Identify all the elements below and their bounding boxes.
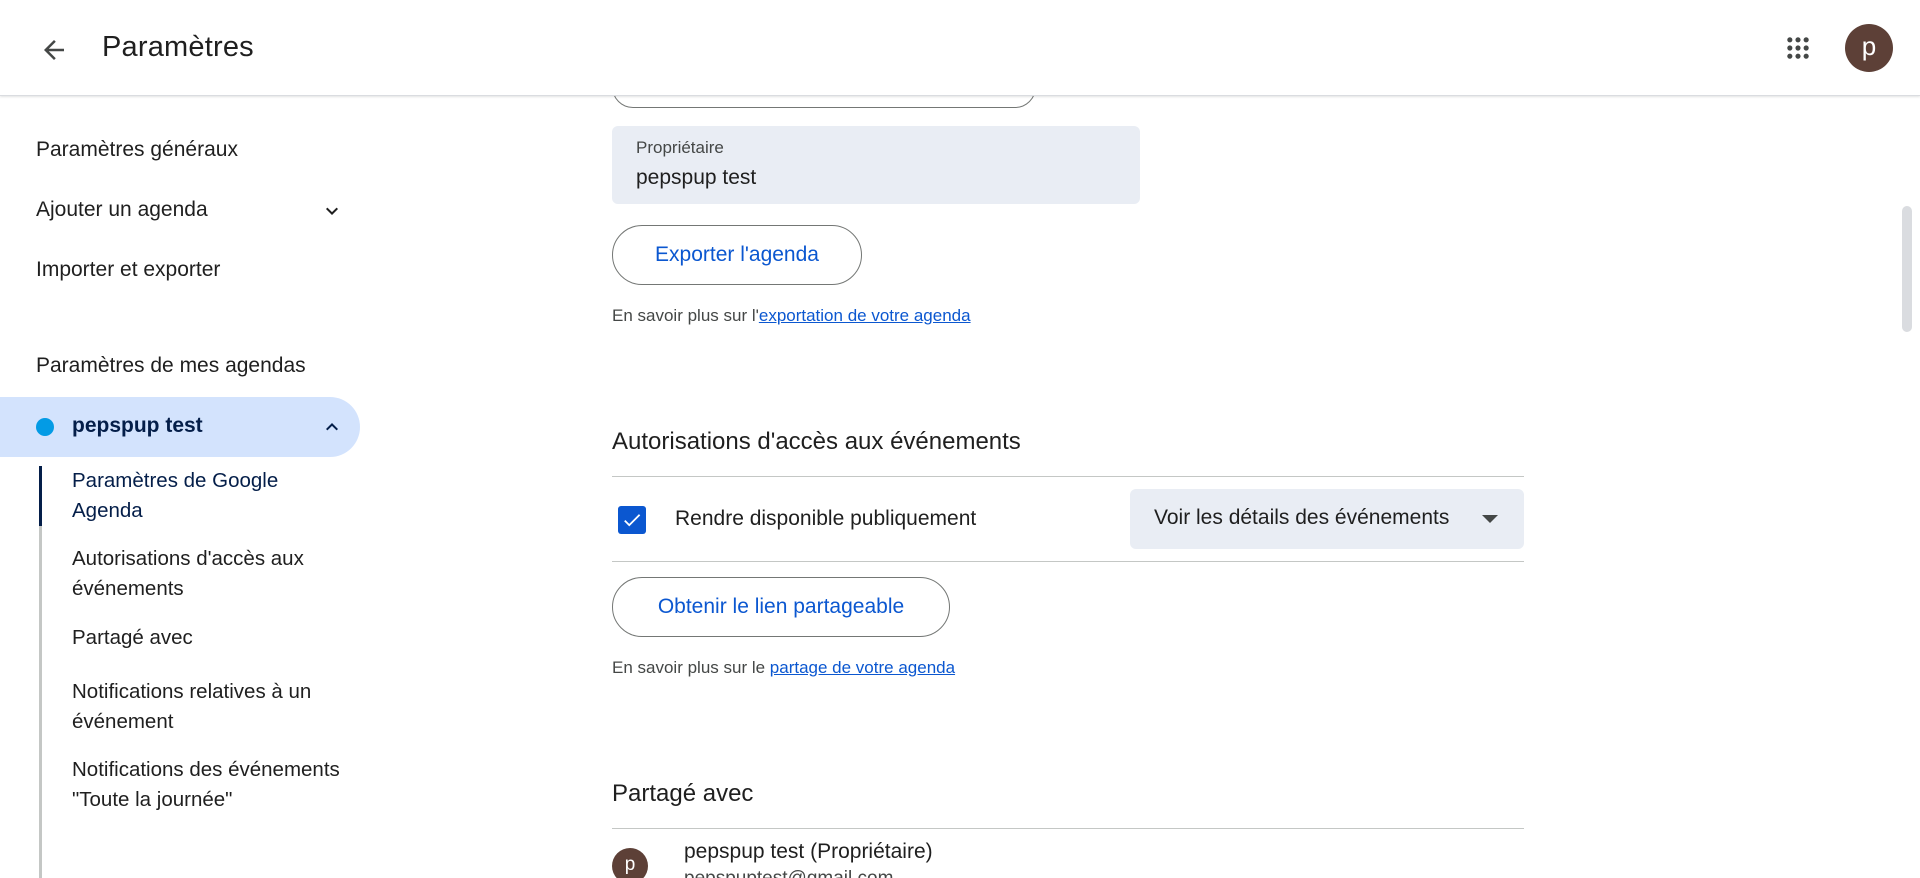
- subnav-active-indicator: [39, 466, 42, 526]
- owner-label: Propriétaire: [636, 138, 724, 157]
- calendar-name: pepspup test: [72, 414, 203, 437]
- subnav-item-all-day-notifications[interactable]: Notifications des événements "Toute la j…: [72, 755, 342, 815]
- settings-sidebar: Paramètres généraux Ajouter un agenda Im…: [0, 96, 370, 878]
- apps-button[interactable]: [1774, 24, 1822, 72]
- member-avatar: p: [612, 848, 648, 878]
- permissions-divider-bottom: [612, 561, 1524, 562]
- export-help-link[interactable]: exportation de votre agenda: [759, 306, 971, 325]
- owner-value: pepspup test: [636, 166, 757, 189]
- visibility-select[interactable]: Voir les détails des événements: [1130, 489, 1524, 549]
- sidebar-item-general-settings[interactable]: Paramètres généraux: [36, 138, 238, 162]
- subnav-item-calendar-settings[interactable]: Paramètres de Google Agenda: [72, 466, 342, 526]
- owner-field: Propriétaire pepspup test: [612, 126, 1140, 204]
- sidebar-item-import-export[interactable]: Importer et exporter: [36, 258, 220, 282]
- page-title: Paramètres: [102, 31, 254, 63]
- checkmark-icon: [624, 514, 641, 527]
- public-checkbox[interactable]: [618, 506, 646, 534]
- member-name: pepspup test (Propriétaire): [684, 840, 933, 863]
- visibility-select-value: Voir les détails des événements: [1154, 506, 1450, 529]
- export-help-text: En savoir plus sur l'exportation de votr…: [612, 306, 971, 325]
- chevron-up-icon[interactable]: [320, 415, 344, 439]
- my-calendars-heading: Paramètres de mes agendas: [36, 354, 306, 377]
- public-checkbox-label: Rendre disponible publiquement: [675, 507, 977, 530]
- export-calendar-button[interactable]: Exporter l'agenda: [612, 225, 862, 285]
- shared-with-divider: [612, 828, 1524, 829]
- subnav-item-shared-with[interactable]: Partagé avec: [72, 623, 342, 653]
- shared-with-section-title: Partagé avec: [612, 780, 754, 807]
- settings-content: Propriétaire pepspup test Exporter l'age…: [612, 66, 1532, 878]
- back-button[interactable]: [30, 26, 78, 74]
- account-avatar[interactable]: p: [1845, 24, 1893, 72]
- sidebar-item-calendar[interactable]: pepspup test: [0, 397, 360, 457]
- get-shareable-link-button[interactable]: Obtenir le lien partageable: [612, 577, 950, 637]
- subnav-item-event-notifications[interactable]: Notifications relatives à un événement: [72, 677, 342, 737]
- subnav-item-access-permissions[interactable]: Autorisations d'accès aux événements: [72, 544, 342, 604]
- arrow-back-icon: [44, 40, 64, 60]
- subnav-rail: [39, 466, 42, 878]
- apps-grid-icon: [1787, 37, 1809, 59]
- chevron-down-icon[interactable]: [320, 199, 344, 223]
- sidebar-item-add-calendar[interactable]: Ajouter un agenda: [36, 198, 208, 222]
- scrollbar-thumb[interactable]: [1902, 206, 1912, 332]
- sharing-help-text: En savoir plus sur le partage de votre a…: [612, 658, 956, 677]
- member-email: pepspuptest@gmail.com: [684, 868, 893, 878]
- sharing-help-link[interactable]: partage de votre agenda: [770, 658, 955, 677]
- calendar-color-dot: [36, 418, 54, 436]
- dropdown-arrow-icon: [1482, 515, 1498, 523]
- permissions-section-title: Autorisations d'accès aux événements: [612, 428, 1021, 455]
- top-app-bar: Paramètres p: [0, 0, 1920, 96]
- permissions-divider-top: [612, 476, 1524, 477]
